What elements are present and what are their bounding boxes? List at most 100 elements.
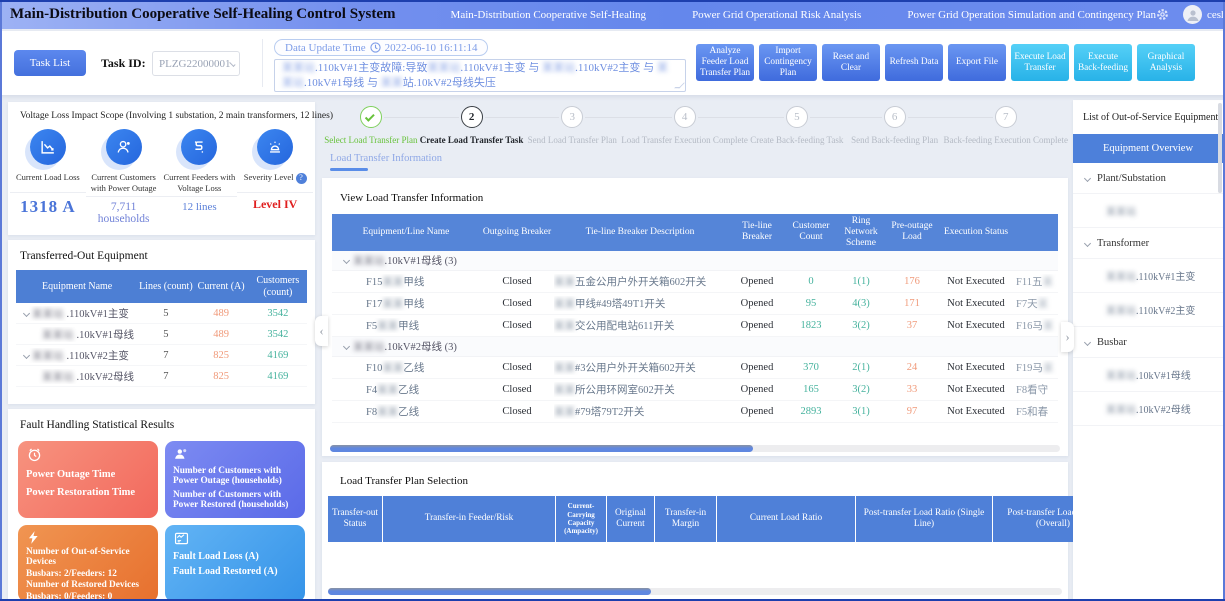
transferred-out-panel: Transferred-Out Equipment Equipment Name… xyxy=(8,240,315,404)
redacted-station: 某某 xyxy=(381,77,403,89)
scroll-right-arrow[interactable] xyxy=(1061,322,1074,352)
outage-time-card: Power Outage Time Power Restoration Time xyxy=(18,441,158,518)
tree-category-plant-substation[interactable]: Plant/Substation xyxy=(1073,163,1223,194)
load-loss-chart-icon xyxy=(30,129,66,165)
execute-load-transfer-button[interactable]: Execute Load Transfer xyxy=(1011,44,1069,81)
scrollbar-thumb[interactable] xyxy=(328,588,651,595)
alarm-clock-icon xyxy=(26,446,43,463)
tree-category-busbar[interactable]: Busbar xyxy=(1073,327,1223,358)
horizontal-scrollbar[interactable] xyxy=(330,445,1060,452)
top-nav: Main-Distribution Cooperative Self-Heali… xyxy=(451,9,1156,21)
step-create-load-transfer-task: 2 Create Load Transfer Task xyxy=(420,106,524,152)
chevron-down-icon[interactable] xyxy=(343,343,350,350)
scrollbar-thumb[interactable] xyxy=(330,445,753,452)
window-border-left xyxy=(0,0,2,601)
workflow-stepper: Select Load Transfer Plan 2 Create Load … xyxy=(322,106,1068,152)
transferred-out-header: Equipment Name Lines (count) Current (A)… xyxy=(16,270,307,303)
nav-self-healing[interactable]: Main-Distribution Cooperative Self-Heali… xyxy=(451,9,647,21)
customer-icon xyxy=(106,129,142,165)
alarm-lamp-icon xyxy=(257,129,293,165)
step-load-transfer-execution-complete: 4 Load Transfer Execution Complete xyxy=(621,106,748,152)
data-update-time: Data Update Time 2022-06-10 16:11:14 xyxy=(274,39,488,56)
refresh-data-button[interactable]: Refresh Data xyxy=(885,44,943,81)
plan-table-title: Load Transfer Plan Selection xyxy=(322,462,1068,496)
clock-icon xyxy=(370,42,381,53)
chevron-down-icon[interactable] xyxy=(23,351,30,358)
severity-level-value: Level IV xyxy=(237,197,313,212)
step-send-load-transfer-plan: 3 Send Load Transfer Plan xyxy=(523,106,621,152)
view-table-header: Equipment/Line Name Outgoing Breaker Tie… xyxy=(332,214,1058,251)
window-border-top xyxy=(0,0,1225,2)
user-menu[interactable]: ceshi xyxy=(1183,5,1225,24)
step-back-feeding-execution-complete: 7 Back-feeding Execution Complete xyxy=(944,106,1068,152)
app-header: Main-Distribution Cooperative Self-Heali… xyxy=(0,0,1225,29)
vertical-scrollbar[interactable] xyxy=(1218,103,1222,193)
step-create-back-feeding-task: 5 Create Back-feeding Task xyxy=(748,106,846,152)
graphical-analysis-button[interactable]: Graphical Analysis xyxy=(1137,44,1195,81)
table-row[interactable]: 某某站.10kV#1母线 5 489 3542 xyxy=(16,324,307,345)
import-contingency-plan-button[interactable]: Import Contingency Plan xyxy=(759,44,817,81)
table-row[interactable]: F15某某甲线 Closed 某某五金公用户外开关箱602开关 Opened 0… xyxy=(332,271,1058,293)
chevron-down-icon xyxy=(1084,175,1091,182)
redacted-station: 某某站 xyxy=(542,62,575,74)
step-select-load-transfer-plan: Select Load Transfer Plan xyxy=(322,106,420,152)
data-update-time-value: 2022-06-10 16:11:14 xyxy=(385,42,478,54)
task-id-select[interactable]: PLZG22000001 xyxy=(152,51,240,76)
gear-icon[interactable] xyxy=(1156,8,1169,21)
analyze-feeder-plan-button[interactable]: Analyze Feeder Load Transfer Plan xyxy=(696,44,754,81)
fault-description-input[interactable]: 某某站.110kV#1主变故障:导致某某站.110kV#1主变 与 某某站.11… xyxy=(274,59,686,92)
app-title: Main-Distribution Cooperative Self-Heali… xyxy=(10,6,396,23)
horizontal-scrollbar[interactable] xyxy=(328,588,1062,595)
table-row[interactable]: F5某某甲线 Closed 某某交公用配电站611开关 Opened 1823 … xyxy=(332,315,1058,337)
toolbar: Task List Task ID: PLZG22000001 Data Upd… xyxy=(0,31,1225,95)
help-icon[interactable]: ? xyxy=(296,173,307,184)
tree-category-transformer[interactable]: Transformer xyxy=(1073,228,1223,259)
export-file-button[interactable]: Export File xyxy=(948,44,1006,81)
tab-active-indicator xyxy=(330,168,368,171)
view-load-transfer-card: View Load Transfer Information Equipment… xyxy=(322,178,1068,456)
nav-simulation-contingency[interactable]: Power Grid Operation Simulation and Cont… xyxy=(907,9,1156,21)
table-row[interactable]: F4某某乙线 Closed 某某所公用环网室602开关 Opened 165 3… xyxy=(332,379,1058,401)
customers-card: Number of Customers with Power Outage (h… xyxy=(165,441,305,518)
tree-item-busbar-2[interactable]: 某某站.10kV#2母线 xyxy=(1073,392,1223,426)
equipment-overview-button[interactable]: Equipment Overview xyxy=(1073,134,1223,163)
out-of-service-devices-card: Number of Out-of-Service Devices Busbars… xyxy=(18,525,158,601)
table-row[interactable]: F17某某甲线 Closed 某某甲线#49塔49T1开关 Opened 95 … xyxy=(332,293,1058,315)
table-row[interactable]: F8某某乙线 Closed 某某#79塔79T2开关 Opened 2893 3… xyxy=(332,401,1058,423)
execute-back-feeding-button[interactable]: Execute Back-feeding xyxy=(1074,44,1132,81)
voltage-loss-impact-panel: Voltage Loss Impact Scope (Involving 1 s… xyxy=(8,102,315,235)
chevron-down-icon xyxy=(1084,339,1091,346)
scroll-left-arrow[interactable] xyxy=(315,316,328,346)
chevron-down-icon xyxy=(1084,240,1091,247)
stat-severity-level: Severity Level? Level IV xyxy=(237,127,313,225)
redacted-station: 某某站 xyxy=(282,62,315,74)
step-circle-done xyxy=(360,106,382,128)
table-row[interactable]: F10某某乙线 Closed 某某#3公用户外开关箱602开关 Opened 3… xyxy=(332,357,1058,379)
chevron-down-icon[interactable] xyxy=(343,257,350,264)
step-send-back-feeding-plan: 6 Send Back-feeding Plan xyxy=(846,106,944,152)
tab-load-transfer-information[interactable]: Load Transfer Information xyxy=(330,153,442,171)
customers-outage-value: 7,711 households xyxy=(86,201,162,225)
nav-risk-analysis[interactable]: Power Grid Operational Risk Analysis xyxy=(692,9,861,21)
plan-table-header: Transfer-out Status Transfer-in Feeder/R… xyxy=(328,496,1062,542)
toolbar-buttons: Analyze Feeder Load Transfer Plan Import… xyxy=(696,44,1195,81)
tree-item-busbar-1[interactable]: 某某站.10kV#1母线 xyxy=(1073,358,1223,392)
table-row[interactable]: 某某站.110kV#1主变 5 489 3542 xyxy=(16,303,307,324)
stat-current-load-loss: Current Load Loss 1318 A xyxy=(10,127,86,225)
load-transfer-plan-card: Load Transfer Plan Selection Transfer-ou… xyxy=(322,462,1068,599)
group-row-busbar1[interactable]: 某某站.10kV#1母线 (3) xyxy=(332,251,1058,271)
avatar xyxy=(1183,5,1202,24)
group-row-busbar2[interactable]: 某某站.10kV#2母线 (3) xyxy=(332,337,1058,357)
tree-item-substation[interactable]: 某某站 xyxy=(1073,194,1223,228)
task-id-label: Task ID: xyxy=(101,56,146,71)
reset-and-clear-button[interactable]: Reset and Clear xyxy=(822,44,880,81)
chevron-down-icon[interactable] xyxy=(23,309,30,316)
table-row[interactable]: 某某站.10kV#2母线 7 825 4169 xyxy=(16,366,307,387)
transferred-out-title: Transferred-Out Equipment xyxy=(8,240,315,270)
table-row[interactable]: 某某站.110kV#2主变 7 825 4169 xyxy=(16,345,307,366)
check-icon xyxy=(365,111,375,121)
task-list-button[interactable]: Task List xyxy=(14,50,86,76)
tree-item-transformer-2[interactable]: 某某站.110kV#2主变 xyxy=(1073,293,1223,327)
fault-stats-title: Fault Handling Statistical Results xyxy=(8,409,315,439)
tree-item-transformer-1[interactable]: 某某站.110kV#1主变 xyxy=(1073,259,1223,293)
